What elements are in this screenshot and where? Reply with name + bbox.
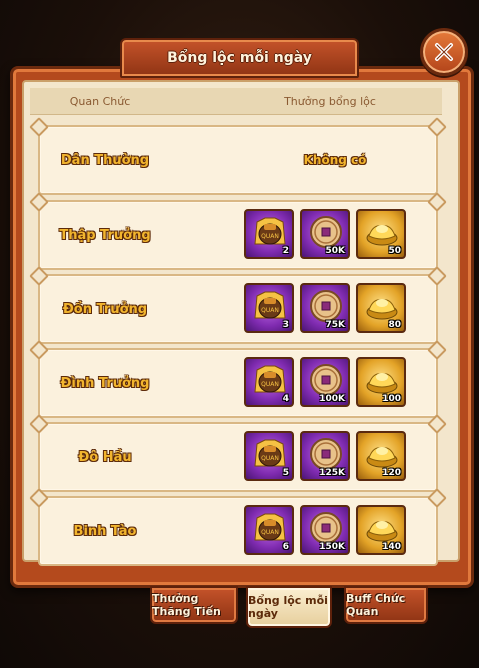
item-quantity: 80 (388, 320, 401, 330)
reward-item[interactable]: 125K (300, 431, 350, 481)
svg-text:QUAN: QUAN (261, 529, 279, 536)
item-quantity: 2 (282, 246, 289, 256)
item-quantity: 3 (282, 320, 289, 330)
rank-name: Đô Hầu (78, 449, 132, 465)
item-quantity: 6 (282, 542, 289, 552)
no-reward-text: Không có (303, 153, 367, 167)
rank-name: Dân Thường (60, 152, 150, 168)
item-quantity: 140 (382, 542, 401, 552)
item-quantity: 125K (319, 468, 345, 478)
item-quantity: 120 (382, 468, 401, 478)
item-quantity: 50 (388, 246, 401, 256)
reward-items: QUAN 3 75K 80 (244, 283, 406, 335)
column-header: Quan Chức Thưởng bổng lộc (30, 88, 442, 115)
tab-rank-buff[interactable]: Buff Chức Quan (344, 586, 428, 624)
reward-item[interactable]: 50K (300, 209, 350, 259)
tab-label: Bổng lộc mỗi ngày (248, 594, 328, 620)
reward-item[interactable]: 100 (356, 357, 406, 407)
reward-items: QUAN 4 100K 100 (244, 357, 406, 409)
rank-name: Đồn Trưởng (62, 301, 148, 317)
reward-items: QUAN 5 125K 120 (244, 431, 406, 483)
tab-label: Thưởng Thăng Tiến (152, 592, 221, 618)
column-rank-label: Quan Chức (69, 94, 131, 108)
tab-promotion-reward[interactable]: Thưởng Thăng Tiến (150, 586, 238, 624)
reward-row: Binh Tào QUAN 6 150K 140 (38, 496, 438, 566)
reward-item[interactable]: 100K (300, 357, 350, 407)
reward-item[interactable]: 140 (356, 505, 406, 555)
reward-item[interactable]: QUAN 2 (244, 209, 294, 259)
column-reward-label: Thưởng bổng lộc (284, 94, 376, 108)
item-quantity: 4 (282, 394, 289, 404)
reward-row: Đồn Trưởng QUAN 3 75K 80 (38, 274, 438, 344)
rank-name: Binh Tào (73, 523, 137, 539)
reward-row: Đình Trưởng QUAN 4 100K 100 (38, 348, 438, 418)
reward-item[interactable]: QUAN 6 (244, 505, 294, 555)
reward-item[interactable]: QUAN 4 (244, 357, 294, 407)
reward-item[interactable]: 150K (300, 505, 350, 555)
item-quantity: 50K (325, 246, 346, 256)
reward-item[interactable]: QUAN 5 (244, 431, 294, 481)
reward-item[interactable]: 120 (356, 431, 406, 481)
reward-row: Thập Trưởng QUAN 2 50K 50 (38, 200, 438, 270)
svg-text:QUAN: QUAN (261, 455, 279, 462)
close-button[interactable] (420, 28, 468, 76)
tab-daily-salary[interactable]: Bổng lộc mỗi ngày (246, 586, 332, 628)
item-quantity: 5 (282, 468, 289, 478)
title-banner: Bổng lộc mỗi ngày (120, 38, 359, 78)
item-quantity: 75K (325, 320, 346, 330)
reward-items: QUAN 6 150K 140 (244, 505, 406, 557)
reward-item[interactable]: 50 (356, 209, 406, 259)
rank-name: Đình Trưởng (60, 375, 150, 391)
close-icon (435, 43, 453, 61)
svg-text:QUAN: QUAN (261, 307, 279, 314)
reward-row: Đô Hầu QUAN 5 125K 120 (38, 422, 438, 492)
svg-text:QUAN: QUAN (261, 233, 279, 240)
item-quantity: 100 (382, 394, 401, 404)
reward-row: Dân Thường Không có (38, 125, 438, 195)
dialog-title: Bổng lộc mỗi ngày (167, 50, 312, 66)
reward-item[interactable]: QUAN 3 (244, 283, 294, 333)
svg-text:QUAN: QUAN (261, 381, 279, 388)
reward-items: QUAN 2 50K 50 (244, 209, 406, 261)
rank-name: Thập Trưởng (59, 227, 151, 243)
tab-label: Buff Chức Quan (346, 592, 406, 618)
reward-item[interactable]: 75K (300, 283, 350, 333)
item-quantity: 150K (319, 542, 345, 552)
reward-item[interactable]: 80 (356, 283, 406, 333)
item-quantity: 100K (319, 394, 345, 404)
